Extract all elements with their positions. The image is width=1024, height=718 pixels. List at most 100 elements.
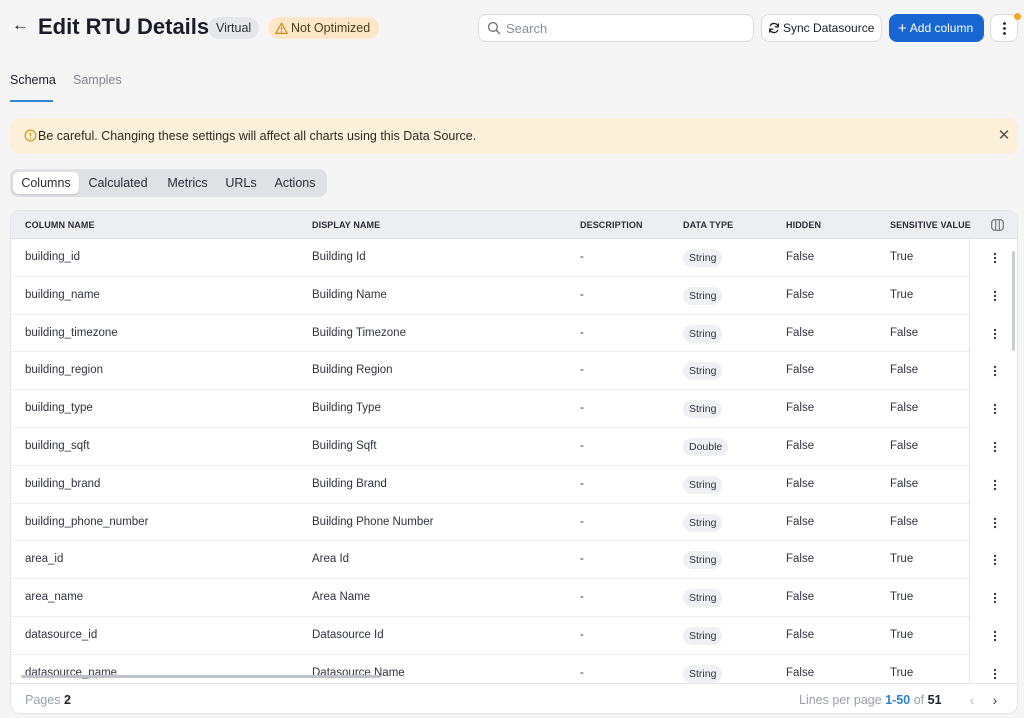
header-sensitive-value[interactable]: SENSITIVE VALUE [890, 211, 971, 239]
tab-schema[interactable]: Schema [10, 72, 56, 88]
cell-description: - [580, 515, 584, 528]
more-options-button[interactable] [990, 13, 1021, 42]
alert-message: Be careful. Changing these settings will… [38, 129, 477, 143]
main-tabs: Schema Samples [0, 66, 1024, 104]
search-input[interactable] [506, 15, 746, 41]
table-row[interactable]: building_brand Building Brand - False False S… [11, 466, 969, 504]
table-row[interactable]: building_id Building Id - False True String [11, 239, 969, 277]
cell-display-name: Building Type [312, 402, 381, 415]
warning-alert: Be careful. Changing these settings will… [10, 118, 1018, 154]
cell-description: - [580, 326, 584, 339]
data-type-chip: String [683, 324, 723, 343]
cell-display-name: Datasource Id [312, 629, 384, 641]
add-column-button[interactable]: + Add column [889, 14, 984, 42]
info-circle-icon [24, 129, 37, 142]
actions-column-divider [969, 239, 970, 683]
cell-column-name: area_id [25, 553, 64, 566]
header-description[interactable]: DESCRIPTION [580, 211, 643, 239]
vertical-scrollbar[interactable] [1012, 251, 1015, 351]
cell-column-name: building_sqft [25, 440, 90, 452]
row-kebab-menu-icon[interactable] [992, 252, 998, 264]
search-box[interactable] [478, 14, 754, 42]
back-arrow-icon[interactable]: ← [12, 14, 30, 36]
data-type-chip: String [683, 286, 723, 305]
data-type-chip: String [683, 475, 723, 494]
row-kebab-menu-icon[interactable] [992, 630, 998, 642]
active-tab-indicator [10, 100, 53, 102]
cell-description: - [580, 629, 584, 641]
cell-column-name: building_brand [25, 477, 101, 490]
cell-column-name: datasource_id [25, 629, 98, 641]
cell-hidden: False [786, 515, 815, 528]
virtual-badge: Virtual [208, 17, 260, 39]
lines-range[interactable]: 1-50 [885, 693, 910, 707]
data-type-chip: String [683, 589, 723, 608]
chevron-right-icon[interactable]: › [988, 690, 1002, 710]
row-kebab-menu-icon[interactable] [992, 592, 998, 604]
sync-icon [769, 22, 779, 34]
cell-hidden: False [786, 440, 815, 452]
pages-label: Pages [25, 693, 61, 707]
data-type-chip: String [683, 513, 723, 532]
row-kebab-menu-icon[interactable] [992, 441, 998, 453]
segment-calculated[interactable]: Calculated [82, 172, 154, 194]
row-kebab-menu-icon[interactable] [992, 365, 998, 377]
lines-label: Lines per page [799, 693, 882, 707]
tab-samples[interactable]: Samples [73, 72, 122, 88]
header-display-name[interactable]: DISPLAY NAME [312, 211, 380, 239]
page-header: ← Edit RTU Details Virtual Not Optimized… [0, 0, 1024, 56]
segment-columns[interactable]: Columns [13, 172, 79, 194]
cell-hidden: False [786, 326, 815, 339]
row-kebab-menu-icon[interactable] [992, 517, 998, 529]
kebab-menu-icon [1003, 22, 1006, 35]
row-kebab-menu-icon[interactable] [992, 668, 998, 680]
segment-urls[interactable]: URLs [222, 172, 260, 194]
header-column-name[interactable]: COLUMN NAME [25, 211, 95, 239]
table-row[interactable]: building_sqft Building Sqft - False False Dou… [11, 428, 969, 466]
not-optimized-badge: Not Optimized [268, 17, 380, 39]
table-row[interactable]: building_name Building Name - False True Stri… [11, 277, 969, 315]
pages-count: Pages 2 [25, 692, 71, 708]
section-switcher: Columns Calculated Metrics URLs Actions [10, 169, 327, 197]
cell-sensitive-value: False [890, 477, 919, 490]
table-row[interactable]: building_type Building Type - False False Str… [11, 390, 969, 428]
segment-metrics[interactable]: Metrics [160, 172, 215, 194]
cell-description: - [580, 364, 584, 377]
row-kebab-menu-icon[interactable] [992, 328, 998, 340]
cell-sensitive-value: True [890, 591, 914, 604]
data-type-chip: String [683, 551, 723, 570]
table-row[interactable]: building_phone_number Building Phone Numb… [11, 504, 969, 542]
cell-hidden: False [786, 553, 815, 566]
cell-display-name: Building Region [312, 364, 393, 377]
cell-display-name: Building Brand [312, 477, 387, 490]
table-row[interactable]: building_region Building Region - False Fals… [11, 352, 969, 391]
header-hidden[interactable]: HIDDEN [786, 211, 821, 239]
pages-value: 2 [63, 693, 71, 707]
chevron-left-icon[interactable]: ‹ [965, 690, 979, 710]
close-icon[interactable]: ✕ [996, 127, 1012, 145]
cell-sensitive-value: False [890, 364, 919, 377]
cell-display-name: Building Name [312, 288, 387, 301]
cell-display-name: Building Id [312, 251, 366, 263]
row-kebab-menu-icon[interactable] [992, 554, 998, 566]
row-kebab-menu-icon[interactable] [992, 290, 998, 302]
notification-dot [1014, 13, 1021, 20]
table-row[interactable]: building_timezone Building Timezone - False… [11, 315, 969, 353]
horizontal-scrollbar[interactable] [21, 675, 381, 678]
row-kebab-menu-icon[interactable] [992, 479, 998, 491]
cell-display-name: Building Phone Number [312, 515, 434, 528]
row-kebab-menu-icon[interactable] [992, 403, 998, 415]
cell-description: - [580, 591, 584, 604]
table-row[interactable]: area_id Area Id - False True String [11, 541, 969, 580]
columns-settings-icon[interactable] [991, 219, 1004, 231]
cell-column-name: building_timezone [25, 326, 118, 339]
segment-actions[interactable]: Actions [267, 172, 323, 194]
data-type-chip: Double [683, 438, 729, 456]
data-type-chip: String [683, 400, 723, 419]
header-data-type[interactable]: DATA TYPE [683, 211, 733, 239]
table-row[interactable]: area_name Area Name - False True String [11, 579, 969, 617]
cell-display-name: Area Name [312, 591, 371, 604]
cell-hidden: False [786, 402, 815, 415]
sync-datasource-button[interactable]: Sync Datasource [761, 14, 882, 42]
table-row[interactable]: datasource_id Datasource Id - False True Stri… [11, 617, 969, 655]
